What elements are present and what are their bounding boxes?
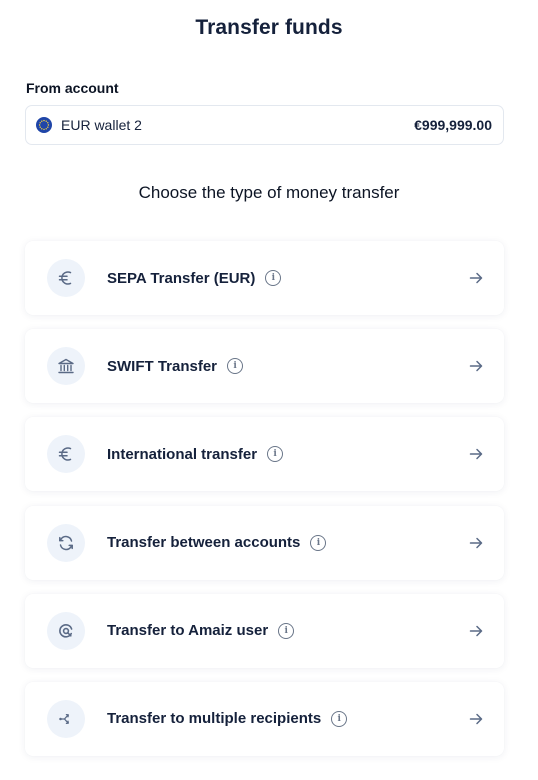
arrow-right-icon (468, 446, 484, 462)
arrow-right-icon (468, 535, 484, 551)
option-international-transfer[interactable]: International transfer i (25, 417, 504, 492)
option-label: SWIFT Transfer (107, 357, 218, 375)
arrow-right-icon (468, 270, 484, 286)
eu-flag-icon (36, 117, 52, 133)
option-transfer-to-multiple-recipients[interactable]: Transfer to multiple recipients i (25, 681, 504, 756)
option-sepa-transfer[interactable]: SEPA Transfer (EUR) i (25, 241, 504, 315)
euro-icon (47, 259, 85, 297)
option-label: International transfer (107, 445, 258, 463)
option-label: Transfer between accounts (107, 534, 301, 552)
option-label: Transfer to Amaiz user (107, 622, 269, 640)
amaiz-logo-icon (47, 611, 85, 650)
arrow-right-icon (468, 623, 484, 639)
arrow-right-icon (468, 711, 484, 727)
transfer-type-heading: Choose the type of money transfer (138, 183, 400, 202)
info-icon[interactable]: i (331, 710, 348, 727)
option-transfer-to-amaiz-user[interactable]: Transfer to Amaiz user i (25, 593, 504, 668)
split-arrows-icon (47, 699, 85, 738)
bank-icon (47, 347, 85, 386)
option-label: SEPA Transfer (EUR) (107, 269, 256, 287)
euro-icon (47, 435, 85, 474)
account-balance: €999,999.00 (414, 117, 492, 133)
option-transfer-between-accounts[interactable]: Transfer between accounts i (25, 505, 504, 580)
from-account-selector[interactable]: EUR wallet 2 €999,999.00 (25, 105, 504, 145)
refresh-icon (47, 523, 85, 562)
option-swift-transfer[interactable]: SWIFT Transfer i (25, 329, 504, 404)
info-icon[interactable]: i (267, 446, 284, 463)
arrow-right-icon (468, 358, 484, 374)
info-icon[interactable]: i (227, 358, 244, 375)
option-label: Transfer to multiple recipients (107, 710, 322, 728)
info-icon[interactable]: i (310, 534, 327, 551)
transfer-options-list: SEPA Transfer (EUR) i SWIFT Transfer i I… (25, 241, 504, 770)
account-name: EUR wallet 2 (61, 117, 142, 133)
info-icon[interactable]: i (265, 270, 282, 286)
page-title: Transfer funds (195, 16, 343, 39)
info-icon[interactable]: i (278, 622, 295, 639)
from-account-label: From account (26, 80, 119, 96)
